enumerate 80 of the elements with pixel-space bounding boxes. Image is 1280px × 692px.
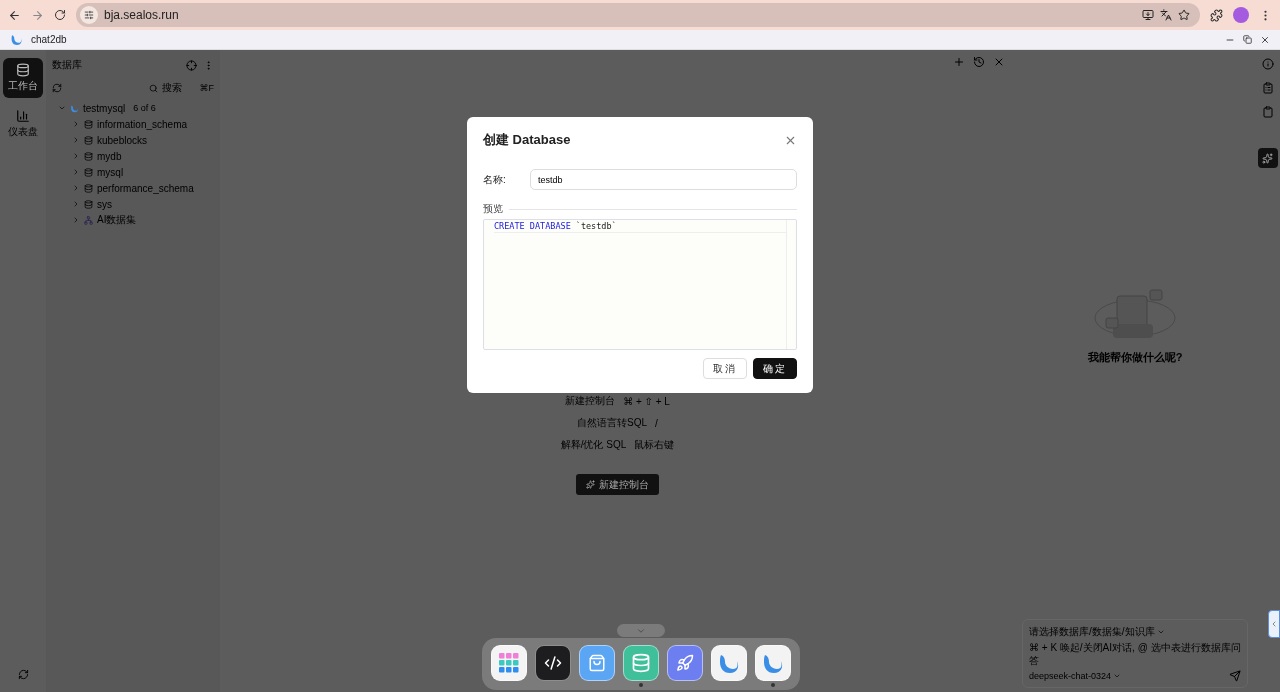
hint-label: 自然语言转SQL bbox=[577, 416, 648, 430]
send-icon[interactable] bbox=[1229, 670, 1241, 682]
avatar[interactable] bbox=[1233, 7, 1249, 23]
hint-label: 解释/优化 SQL bbox=[560, 438, 627, 452]
cancel-button[interactable]: 取消 bbox=[703, 358, 747, 379]
back-icon[interactable] bbox=[8, 8, 21, 22]
database-icon bbox=[631, 653, 651, 673]
database-icon bbox=[84, 167, 93, 177]
tree-item[interactable]: information_schema bbox=[52, 116, 214, 132]
search-field[interactable]: 搜索 bbox=[148, 81, 182, 95]
restore-icon[interactable] bbox=[1243, 35, 1252, 44]
dock-app[interactable] bbox=[535, 645, 571, 681]
rail-tab[interactable]: 工作台 bbox=[3, 58, 43, 98]
logo-icon bbox=[10, 33, 23, 46]
info-icon[interactable] bbox=[1261, 58, 1274, 70]
refresh-icon[interactable] bbox=[52, 83, 62, 93]
database-icon bbox=[84, 151, 93, 161]
history-icon[interactable] bbox=[973, 56, 985, 68]
tree-item[interactable]: performance_schema bbox=[52, 180, 214, 196]
add-icon[interactable] bbox=[953, 56, 965, 68]
tree-item[interactable]: AI数据集 bbox=[52, 212, 214, 228]
tree-item[interactable]: mysql bbox=[52, 164, 214, 180]
star-icon[interactable] bbox=[1178, 9, 1190, 21]
search-icon bbox=[148, 83, 158, 93]
preview-label: 预览 bbox=[483, 202, 503, 216]
database-icon bbox=[84, 199, 93, 209]
close-icon[interactable] bbox=[1260, 34, 1270, 45]
sparkle-icon bbox=[1262, 152, 1273, 164]
rocket-icon bbox=[676, 654, 694, 672]
tree-item[interactable]: kubeblocks bbox=[52, 132, 214, 148]
ai-button[interactable] bbox=[1257, 148, 1278, 168]
field-label: 名称: bbox=[483, 172, 507, 187]
sparkle-icon bbox=[586, 480, 595, 489]
hint-keys: / bbox=[655, 417, 658, 429]
app-title: chat2db bbox=[31, 34, 68, 45]
dataset-icon bbox=[84, 215, 93, 225]
bag-icon bbox=[588, 654, 606, 672]
hint-keys: 鼠标右键 bbox=[634, 438, 675, 452]
ok-button[interactable]: 确定 bbox=[753, 358, 797, 379]
tree-item[interactable]: sys bbox=[52, 196, 214, 212]
chevron-down-icon bbox=[58, 104, 66, 112]
clipboard-icon[interactable] bbox=[1261, 106, 1274, 118]
site-settings-icon[interactable] bbox=[80, 6, 98, 24]
grid-icon bbox=[499, 653, 519, 673]
target-icon[interactable] bbox=[186, 59, 197, 71]
connection-icon bbox=[70, 103, 79, 113]
chevron-down-icon bbox=[1113, 672, 1122, 680]
hint-label: 新建控制台 bbox=[565, 394, 616, 408]
refresh-icon[interactable] bbox=[17, 669, 29, 680]
sidebar-title: 数据库 bbox=[52, 58, 83, 72]
assistant-title: 我能帮你做什么呢? bbox=[1087, 350, 1183, 365]
database-icon bbox=[16, 63, 30, 77]
address-bar[interactable]: bja.sealos.run bbox=[76, 3, 1200, 27]
chevron-left-icon bbox=[1270, 620, 1278, 628]
database-icon bbox=[84, 119, 93, 129]
rail-tab[interactable]: 仪表盘 bbox=[3, 104, 43, 144]
dialog-title: 创建 Database bbox=[483, 131, 571, 149]
tree-item[interactable]: testmysql 6 of 6 bbox=[52, 100, 214, 116]
sql-editor[interactable]: CREATE DATABASE `testdb` bbox=[483, 219, 797, 350]
chart-icon bbox=[16, 109, 30, 123]
forward-icon[interactable] bbox=[31, 8, 44, 22]
translate-icon[interactable] bbox=[1160, 9, 1172, 21]
hint-keys: ⌘ + ⇧ + L bbox=[623, 395, 670, 407]
shortcut: ⌘F bbox=[199, 83, 214, 93]
dock-handle[interactable] bbox=[617, 624, 665, 637]
name-field[interactable]: testdb bbox=[530, 169, 797, 190]
extensions-icon[interactable] bbox=[1210, 8, 1223, 22]
chat-input[interactable]: 请选择数据库/数据集/知识库 ⌘ + K 唤起/关闭AI对话, @ 选中表进行数据库问答 deepseek-chat-0324 bbox=[1022, 619, 1248, 688]
panel-toggle[interactable] bbox=[1268, 610, 1280, 638]
tree-item[interactable]: mydb bbox=[52, 148, 214, 164]
install-icon[interactable] bbox=[1142, 9, 1154, 21]
database-icon bbox=[84, 183, 93, 193]
model-select[interactable]: deepseek-chat-0324 bbox=[1029, 671, 1122, 681]
code-line: CREATE DATABASE `testdb` bbox=[494, 220, 786, 233]
database-icon bbox=[84, 135, 93, 145]
chevron-down-icon bbox=[1156, 628, 1165, 636]
count: 6 of 6 bbox=[133, 103, 156, 113]
new-console-button[interactable]: 新建控制台 bbox=[576, 474, 659, 495]
reload-icon[interactable] bbox=[54, 9, 66, 21]
code-icon bbox=[544, 654, 562, 672]
